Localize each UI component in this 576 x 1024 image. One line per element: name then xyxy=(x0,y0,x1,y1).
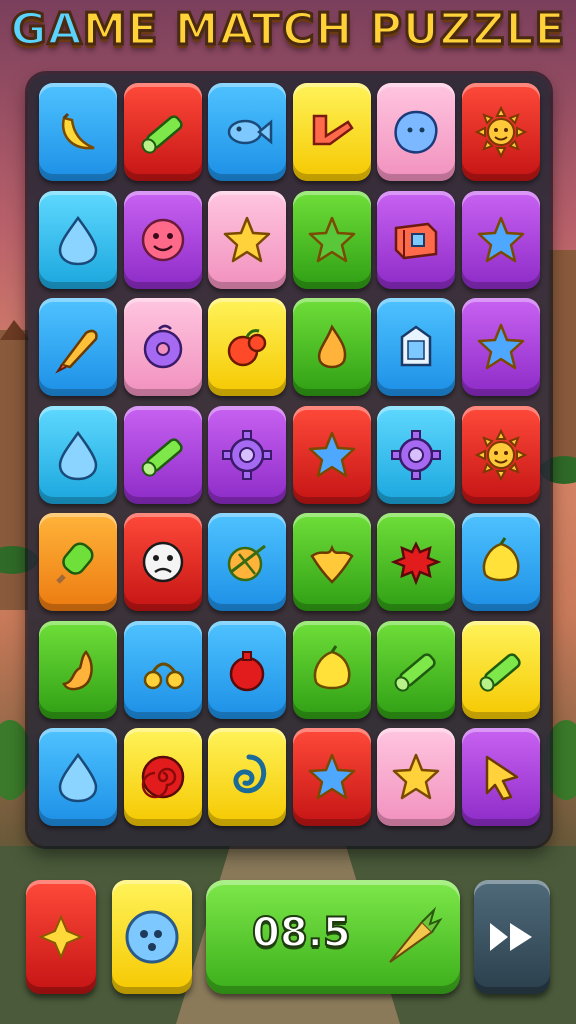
tile[interactable] xyxy=(377,728,455,826)
tile[interactable] xyxy=(377,298,455,396)
bomb-icon xyxy=(229,650,265,691)
sun-icon xyxy=(474,428,527,481)
tile[interactable] xyxy=(461,83,540,181)
carrot-icon xyxy=(389,906,443,963)
tile[interactable] xyxy=(208,513,286,611)
tile[interactable] xyxy=(123,620,202,719)
fast-forward-button[interactable] xyxy=(474,880,550,994)
crayon-icon xyxy=(141,437,183,477)
candy-box-icon xyxy=(394,222,438,259)
tile[interactable] xyxy=(461,298,540,396)
lemon-icon xyxy=(313,644,350,689)
tile[interactable] xyxy=(461,405,540,504)
tile[interactable] xyxy=(292,405,371,504)
bird-icon xyxy=(62,649,93,690)
crayon-icon xyxy=(394,652,436,692)
tile[interactable] xyxy=(39,405,117,504)
lemon-icon xyxy=(482,537,519,582)
tile[interactable] xyxy=(39,728,117,826)
tile[interactable] xyxy=(123,405,202,504)
sun-icon xyxy=(474,105,527,159)
rocket-icon xyxy=(55,329,98,374)
score-bar: 08.5 xyxy=(206,880,460,994)
apple-icon xyxy=(227,329,267,367)
fish-icon xyxy=(227,119,273,145)
splat-icon xyxy=(390,541,442,586)
tile[interactable] xyxy=(208,728,286,826)
popsicle-icon xyxy=(56,542,94,584)
tile[interactable] xyxy=(292,83,371,181)
game-board xyxy=(28,74,550,846)
tile[interactable] xyxy=(123,190,202,289)
ball-icon xyxy=(227,544,266,582)
tile[interactable] xyxy=(208,405,286,504)
tile[interactable] xyxy=(292,513,371,611)
drop-icon xyxy=(58,430,98,480)
tile[interactable] xyxy=(39,298,117,396)
game-title: GAME MATCH PUZZLE xyxy=(9,3,566,57)
star-icon xyxy=(477,323,524,370)
blob-icon xyxy=(394,110,438,154)
gear-icon xyxy=(222,429,272,480)
tile[interactable] xyxy=(292,298,371,396)
drop-icon xyxy=(58,215,98,265)
tile[interactable] xyxy=(461,513,540,611)
tile[interactable] xyxy=(377,405,455,504)
tile[interactable] xyxy=(461,620,540,719)
tile[interactable] xyxy=(461,190,540,289)
tile[interactable] xyxy=(208,190,286,289)
tile[interactable] xyxy=(39,83,117,181)
tile[interactable] xyxy=(292,190,371,289)
star-icon xyxy=(308,753,355,800)
star-icon xyxy=(308,216,355,262)
donut-icon xyxy=(143,324,182,369)
tile[interactable] xyxy=(39,620,117,719)
cherries-icon xyxy=(143,662,184,689)
crayon-icon xyxy=(479,652,521,692)
tile[interactable] xyxy=(123,728,202,826)
flame-icon xyxy=(317,324,346,369)
arrow-shape-icon xyxy=(312,114,354,146)
tile[interactable] xyxy=(39,190,117,289)
tablet-icon xyxy=(400,325,432,367)
tile[interactable] xyxy=(123,513,202,611)
star-icon xyxy=(308,431,355,477)
spiral-icon xyxy=(233,754,267,794)
leaf-icon xyxy=(309,544,354,584)
tile[interactable] xyxy=(461,728,540,826)
face-button[interactable] xyxy=(112,880,192,994)
gear-icon xyxy=(391,429,441,480)
tile[interactable] xyxy=(292,620,371,719)
banana-icon xyxy=(61,112,95,150)
tile[interactable] xyxy=(377,513,455,611)
tile[interactable] xyxy=(377,83,455,181)
drop-icon xyxy=(58,752,98,803)
tile[interactable] xyxy=(377,190,455,289)
smiley-icon xyxy=(141,218,184,261)
tile[interactable] xyxy=(208,620,286,719)
score-value: 08.5 xyxy=(251,909,352,957)
sparkle-icon xyxy=(38,914,84,960)
tile[interactable] xyxy=(123,83,202,181)
sparkle-button[interactable] xyxy=(26,880,96,994)
cursor-icon xyxy=(485,755,518,801)
face-button-icon xyxy=(125,910,179,964)
tile[interactable] xyxy=(39,513,117,611)
star-icon xyxy=(223,216,271,262)
swirl-icon xyxy=(141,755,184,799)
tile[interactable] xyxy=(292,728,371,826)
tile[interactable] xyxy=(123,298,202,396)
tile[interactable] xyxy=(377,620,455,719)
star-icon xyxy=(477,216,524,262)
star-icon xyxy=(392,753,440,800)
tile[interactable] xyxy=(208,83,286,181)
crayon-icon xyxy=(141,115,183,154)
tile[interactable] xyxy=(208,298,286,396)
fast-forward-icon xyxy=(490,923,532,951)
face-icon xyxy=(142,541,183,583)
